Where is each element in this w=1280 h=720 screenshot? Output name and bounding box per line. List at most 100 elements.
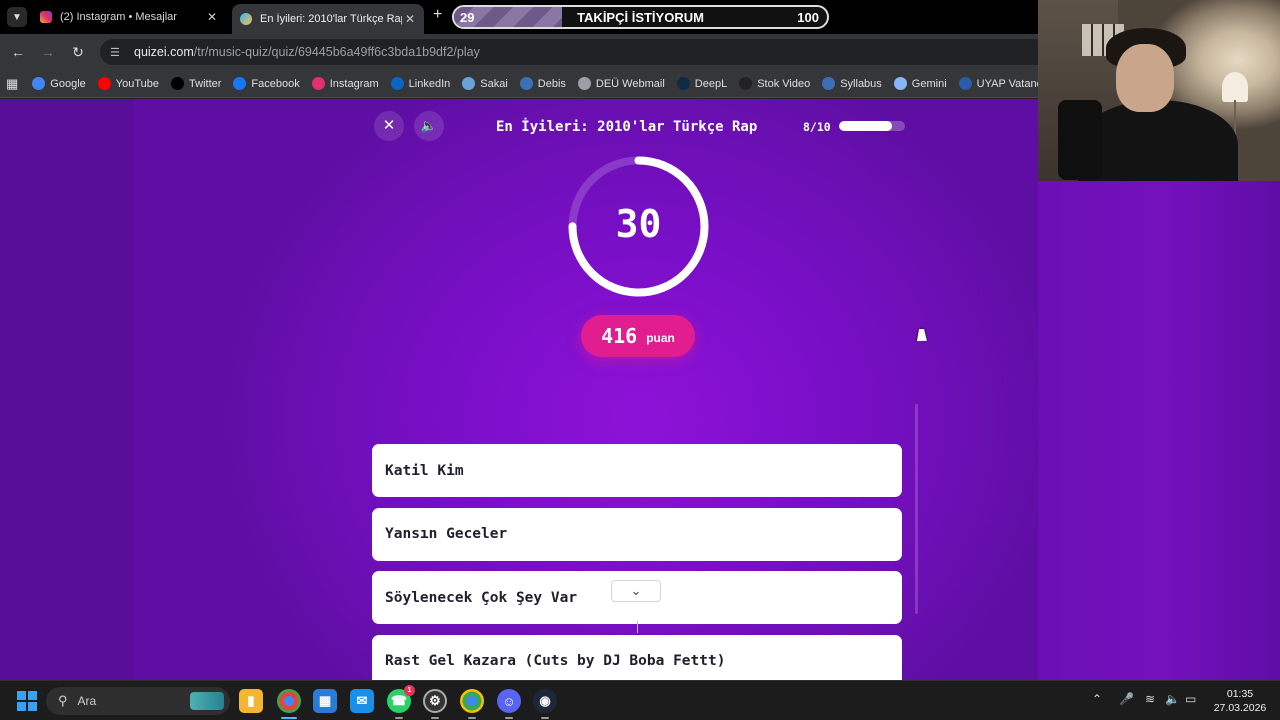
windows-start-icon[interactable]	[17, 691, 37, 711]
bookmark-item[interactable]: Sakai	[462, 77, 508, 90]
taskbar: ⚲ Ara ▮ ▦ ✉ ☎ 1 ⚙ ☺ ◉ ⌃ 🎤 ≋ 🔈 ▭ 01:35 27.…	[0, 680, 1280, 720]
sakai-icon	[462, 77, 476, 90]
mouse-cursor-icon	[916, 329, 930, 341]
bookmark-item[interactable]: Instagram	[311, 77, 379, 90]
answer-option[interactable]: Yansın Geceler	[372, 507, 902, 561]
score-value: 416	[601, 324, 638, 348]
bookmark-label: Instagram	[329, 77, 379, 90]
quiz-title: En İyileri: 2010'lar Türkçe Rap	[496, 119, 758, 135]
settings-icon[interactable]: ⚙	[423, 689, 447, 713]
bookmark-item[interactable]: Syllabus	[822, 77, 882, 90]
address-bar[interactable]: ☰ quizei.com/tr/music-quiz/quiz/69445b6a…	[100, 39, 1038, 65]
bookmark-item[interactable]: Stok Video	[739, 77, 810, 90]
url-path: /tr/music-quiz/quiz/69445b6a49ff6c3bda1b…	[193, 45, 480, 59]
steam-icon[interactable]: ◉	[533, 689, 557, 713]
quiz-header: ✕ 🔈 En İyileri: 2010'lar Türkçe Rap 8/10	[374, 111, 914, 143]
chrome-icon[interactable]	[277, 689, 301, 713]
close-icon[interactable]: ✕	[374, 111, 404, 141]
chevron-down-icon[interactable]: ⌄	[611, 580, 661, 602]
bookmark-item[interactable]: Debis	[519, 77, 566, 90]
url-host: quizei.com	[134, 45, 194, 59]
site-info-icon[interactable]: ☰	[110, 46, 124, 59]
battery-icon[interactable]: ▭	[1185, 692, 1196, 706]
quiz-page: ✕ 🔈 En İyileri: 2010'lar Türkçe Rap 8/10…	[0, 99, 1038, 680]
mail-icon[interactable]: ✉	[350, 689, 374, 713]
bookmark-item[interactable]: DeepL	[676, 77, 727, 90]
bookmark-label: LinkedIn	[408, 77, 451, 90]
bookmark-item[interactable]: UYAP Vatandaş	[958, 77, 1038, 90]
system-clock[interactable]: 01:35 27.03.2026	[1210, 687, 1270, 715]
app-indicator	[505, 717, 513, 719]
microphone-icon[interactable]: 🎤	[1119, 692, 1134, 706]
microsoft-store-icon[interactable]: ▦	[313, 689, 337, 713]
close-icon[interactable]: ✕	[402, 12, 418, 26]
bookmark-item[interactable]: YouTube	[97, 77, 160, 90]
answer-option[interactable]: Katil Kim	[372, 444, 902, 497]
speaker-icon[interactable]: 🔈	[1165, 692, 1180, 706]
bookmark-item[interactable]: DEÜ Webmail	[577, 77, 665, 90]
app-indicator	[468, 717, 476, 719]
x-icon	[171, 77, 185, 90]
apps-grid-icon[interactable]: ▦	[6, 76, 18, 92]
reload-icon[interactable]: ↻	[68, 42, 88, 62]
file-explorer-icon[interactable]: ▮	[239, 689, 263, 713]
browser-window: ▼ (2) Instagram • Mesajlar ✕ En İyileri:…	[0, 0, 1038, 680]
bookmark-label: YouTube	[115, 77, 160, 90]
tab-quiz[interactable]: En İyileri: 2010'lar Türkçe Rap - ✕	[232, 4, 424, 34]
bookmark-item[interactable]: Gemini	[893, 77, 947, 90]
chevron-up-icon[interactable]: ⌃	[1092, 692, 1102, 706]
bookmark-label: Debis	[537, 77, 566, 90]
bookmark-item[interactable]: Google	[32, 77, 86, 90]
webcam-microphone	[1058, 100, 1102, 180]
question-progress-text: 8/10	[803, 120, 831, 134]
bookmark-label: Sakai	[480, 77, 508, 90]
back-arrow-icon[interactable]: ←	[8, 42, 28, 62]
tab-instagram[interactable]: (2) Instagram • Mesajlar ✕	[32, 4, 226, 30]
bookmark-label: Google	[50, 77, 86, 90]
webcam-person-face	[1116, 44, 1174, 112]
quizei-icon	[240, 13, 252, 25]
scrollbar[interactable]	[915, 404, 918, 614]
clock-date: 27.03.2026	[1213, 702, 1267, 714]
follower-target: 100	[797, 10, 819, 25]
timer-value: 30	[615, 202, 662, 246]
app-indicator	[395, 717, 403, 719]
bookmark-item[interactable]: Facebook	[233, 77, 300, 90]
app-indicator	[541, 717, 549, 719]
close-icon[interactable]: ✕	[204, 10, 220, 24]
volume-icon[interactable]: 🔈	[414, 111, 444, 141]
youtube-icon	[97, 77, 111, 90]
whatsapp-icon[interactable]: ☎ 1	[387, 685, 415, 713]
google-icon	[32, 77, 46, 90]
bookmark-item[interactable]: Twitter	[171, 77, 221, 90]
stokvideo-icon	[739, 77, 753, 90]
webcam-person-body	[1078, 100, 1238, 181]
tab-search-chevron-icon[interactable]: ▼	[7, 7, 27, 27]
bookmark-label: Syllabus	[840, 77, 882, 90]
wifi-icon[interactable]: ≋	[1145, 692, 1155, 706]
search-highlight-icon	[190, 692, 224, 710]
answer-option[interactable]: Rast Gel Kazara (Cuts by DJ Boba Fettt)	[372, 634, 902, 680]
new-tab-icon[interactable]: +	[433, 6, 442, 24]
bookmark-label: Stok Video	[757, 77, 811, 90]
webcam-overlay	[1038, 0, 1280, 181]
follower-goal-overlay: 29 TAKİPÇİ İSTİYORUM 100	[452, 5, 829, 29]
facebook-icon	[233, 77, 247, 90]
question-progress-fill	[839, 121, 892, 131]
bookmarks-bar: ▦ Google YouTube Twitter Facebook Instagram L…	[0, 70, 1038, 98]
forward-arrow-icon[interactable]: →	[38, 42, 58, 62]
divider	[637, 621, 638, 633]
bookmark-item[interactable]: LinkedIn	[390, 77, 451, 90]
deepl-icon	[676, 77, 690, 90]
search-placeholder: Ara	[77, 694, 97, 708]
app-indicator	[431, 717, 439, 719]
chrome-profile-icon[interactable]	[460, 689, 484, 713]
discord-icon[interactable]: ☺	[497, 689, 521, 713]
globe-icon	[577, 77, 591, 90]
tab-strip: ▼ (2) Instagram • Mesajlar ✕ En İyileri:…	[0, 0, 1038, 34]
score-unit: puan	[646, 331, 675, 345]
taskbar-search[interactable]: ⚲ Ara	[46, 687, 230, 715]
follower-goal-label: TAKİPÇİ İSTİYORUM	[577, 10, 704, 25]
countdown-timer: 30	[566, 154, 711, 299]
bookmark-label: Gemini	[911, 77, 947, 90]
